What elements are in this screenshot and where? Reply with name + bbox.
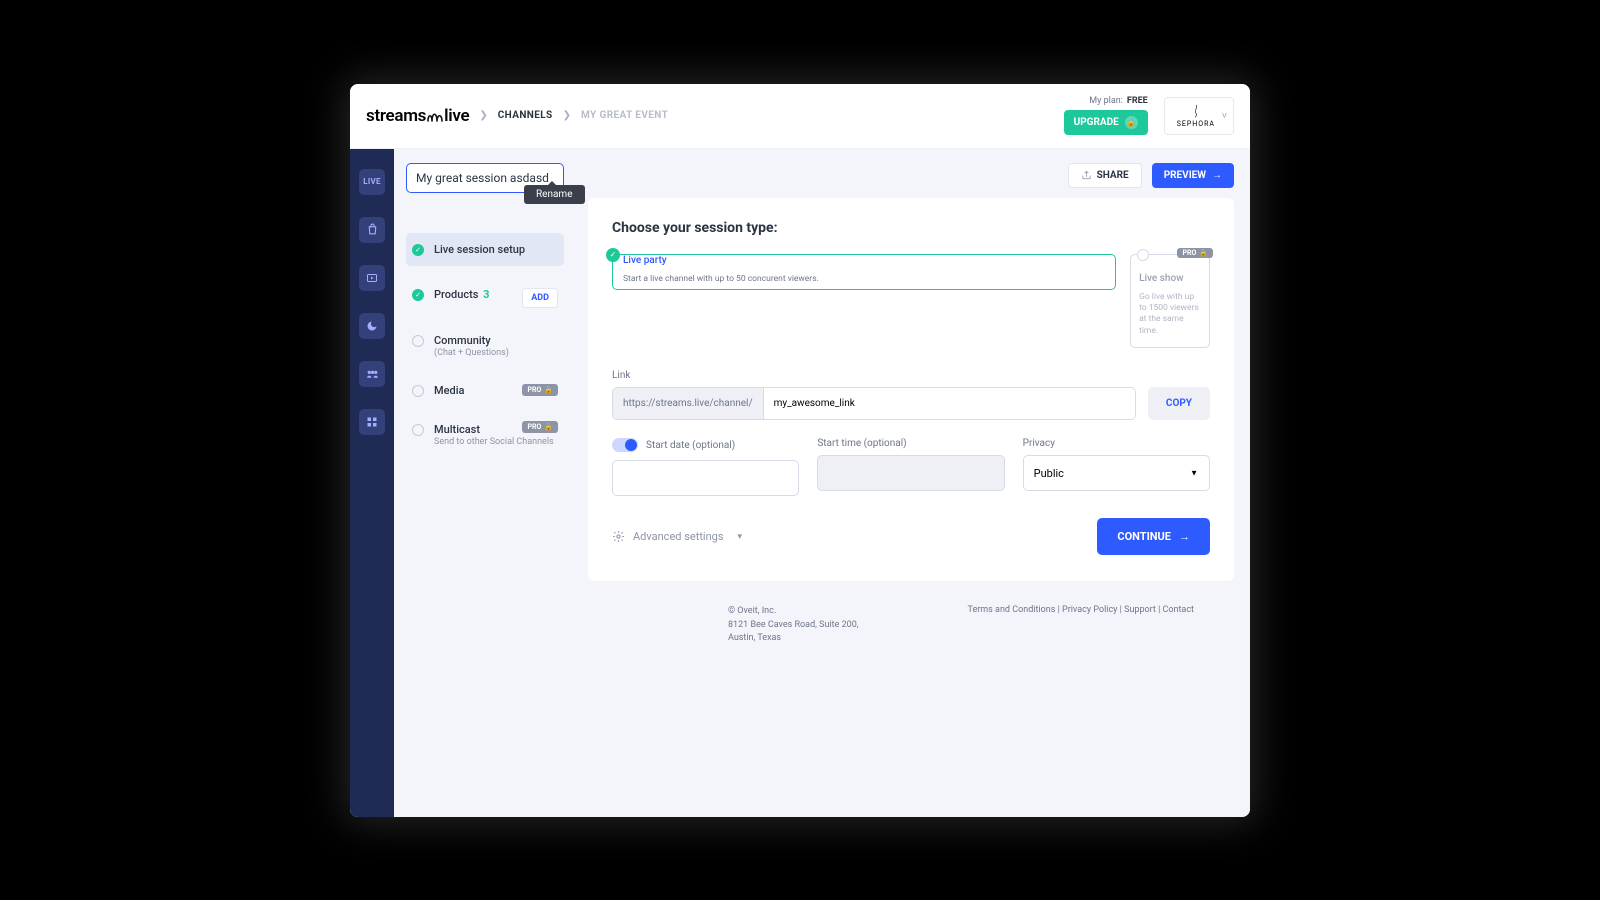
lock-icon: 🔒 [544, 423, 553, 431]
arrow-right-icon: → [1212, 170, 1222, 181]
type-live-party[interactable]: ✓ Live party Start a live channel with u… [612, 254, 1116, 290]
start-date-input[interactable] [612, 460, 799, 496]
gear-icon [612, 530, 625, 543]
link-input-group: https://streams.live/channel/ [612, 387, 1136, 420]
plan-label: My plan:FREE [1089, 96, 1147, 106]
step-label: Live session setup [434, 243, 525, 256]
brand-icon [1189, 104, 1203, 118]
pro-badge: PRO🔒 [1177, 248, 1213, 258]
step-label: Products 3 [434, 288, 489, 301]
session-types: ✓ Live party Start a live channel with u… [612, 254, 1210, 349]
rail-moon-icon[interactable] [359, 313, 385, 339]
header: streams live ❯ CHANNELS ❯ MY GREAT EVENT… [350, 84, 1250, 149]
privacy-select[interactable]: Public [1023, 455, 1210, 491]
preview-button[interactable]: PREVIEW→ [1152, 163, 1234, 188]
footer-contact[interactable]: Contact [1163, 605, 1194, 615]
check-icon: ✓ [606, 248, 620, 262]
privacy-field: Privacy Public [1023, 438, 1210, 496]
type-desc: Start a live channel with up to 50 concu… [623, 274, 1105, 285]
logo[interactable]: streams live [366, 106, 469, 126]
steps-sidebar: Rename ✓ Live session setup ✓ Products 3… [394, 149, 572, 817]
radio-dot-icon [1137, 249, 1149, 261]
footer-privacy[interactable]: Privacy Policy [1062, 605, 1117, 615]
type-desc: Go live with up to 1500 viewers at the s… [1139, 292, 1201, 338]
side-rail: LIVE [350, 149, 394, 817]
link-input[interactable] [764, 388, 1135, 419]
step-label: Media [434, 384, 464, 397]
plan-block: My plan:FREE UPGRADE🔒 [1064, 96, 1148, 135]
body: LIVE Rename ✓ Live session setup ✓ Produ… [350, 149, 1250, 817]
pro-badge: PRO🔒 [522, 421, 558, 433]
advanced-settings-toggle[interactable]: Advanced settings ▾ [612, 530, 742, 543]
action-row: SHARE PREVIEW→ [588, 163, 1234, 188]
footer-support[interactable]: Support [1124, 605, 1156, 615]
arrow-right-icon: → [1179, 530, 1190, 543]
session-card: Choose your session type: ✓ Live party S… [588, 198, 1234, 582]
rail-bag-icon[interactable] [359, 217, 385, 243]
copy-button[interactable]: COPY [1148, 387, 1210, 420]
account-name: SEPHORA [1177, 120, 1215, 128]
rail-grid-icon[interactable] [359, 409, 385, 435]
check-icon: ✓ [412, 289, 424, 301]
footer-address: © Oveit, Inc. 8121 Bee Caves Road, Suite… [728, 605, 859, 646]
rail-live[interactable]: LIVE [359, 169, 385, 195]
link-prefix: https://streams.live/channel/ [613, 388, 764, 419]
breadcrumb-channels[interactable]: CHANNELS [498, 110, 553, 121]
rename-tooltip: Rename [524, 185, 585, 204]
chevron-right-icon: ❯ [479, 110, 487, 121]
breadcrumb-current: MY GREAT EVENT [581, 110, 668, 121]
continue-button[interactable]: CONTINUE→ [1097, 518, 1210, 555]
footer-links: Terms and Conditions | Privacy Policy | … [968, 605, 1194, 646]
link-field: Link https://streams.live/channel/ COPY [612, 370, 1210, 420]
start-time-label: Start time (optional) [817, 438, 1004, 449]
link-label: Link [612, 370, 1210, 381]
date-row: Start date (optional) Start time (option… [612, 438, 1210, 496]
card-footer: Advanced settings ▾ CONTINUE→ [612, 518, 1210, 555]
card-title: Choose your session type: [612, 220, 1210, 236]
rail-play-icon[interactable] [359, 265, 385, 291]
privacy-label: Privacy [1023, 438, 1210, 449]
app-window: streams live ❯ CHANNELS ❯ MY GREAT EVENT… [350, 84, 1250, 817]
step-media[interactable]: Media PRO🔒 [406, 380, 564, 401]
type-title: Live party [623, 255, 1105, 266]
step-dot-icon [412, 424, 424, 436]
wave-icon [427, 110, 443, 122]
start-date-label: Start date (optional) [646, 440, 735, 451]
start-time-input [817, 455, 1004, 491]
step-live-setup[interactable]: ✓ Live session setup [406, 233, 564, 266]
logo-text-b: live [444, 106, 469, 126]
type-live-show[interactable]: PRO🔒 Live show Go live with up to 1500 v… [1130, 254, 1210, 349]
step-products[interactable]: ✓ Products 3 ADD [406, 284, 564, 312]
step-multicast[interactable]: MulticastSend to other Social Channels P… [406, 419, 564, 451]
start-date-toggle[interactable] [612, 438, 638, 452]
account-menu[interactable]: SEPHORA [1164, 97, 1234, 135]
pro-badge: PRO🔒 [522, 384, 558, 396]
share-icon [1081, 170, 1092, 181]
chevron-right-icon: ❯ [563, 110, 571, 121]
rail-people-icon[interactable] [359, 361, 385, 387]
lock-icon: 🔒 [544, 386, 553, 394]
step-dot-icon [412, 385, 424, 397]
add-product-button[interactable]: ADD [522, 288, 558, 308]
step-label: Community(Chat + Questions) [434, 334, 509, 358]
step-community[interactable]: Community(Chat + Questions) [406, 330, 564, 362]
upgrade-icon: 🔒 [1125, 116, 1138, 129]
start-time-field: Start time (optional) [817, 438, 1004, 496]
footer: © Oveit, Inc. 8121 Bee Caves Road, Suite… [588, 581, 1234, 726]
logo-text-a: streams [366, 106, 426, 126]
footer-terms[interactable]: Terms and Conditions [968, 605, 1056, 615]
chevron-down-icon: ▾ [738, 532, 743, 542]
step-dot-icon [412, 335, 424, 347]
main-area: SHARE PREVIEW→ Choose your session type:… [572, 149, 1250, 817]
start-date-field: Start date (optional) [612, 438, 799, 496]
share-button[interactable]: SHARE [1068, 163, 1142, 188]
lock-icon: 🔒 [1199, 249, 1208, 257]
type-title: Live show [1139, 273, 1201, 284]
check-icon: ✓ [412, 244, 424, 256]
upgrade-button[interactable]: UPGRADE🔒 [1064, 110, 1148, 135]
